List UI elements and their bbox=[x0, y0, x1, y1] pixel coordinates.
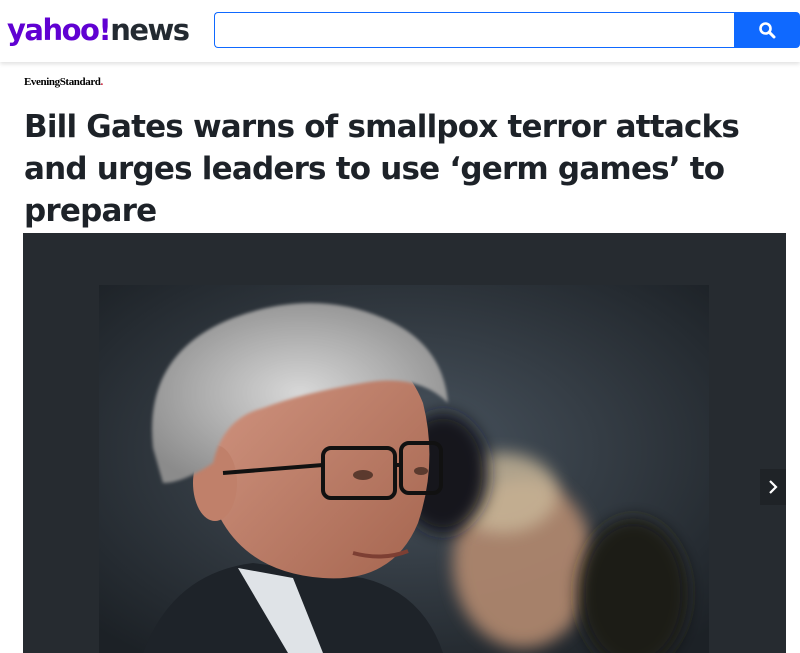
logo-news-text: news bbox=[110, 13, 190, 47]
photo-image bbox=[99, 285, 709, 653]
search-icon bbox=[734, 21, 800, 39]
publisher-dot: . bbox=[100, 76, 104, 88]
chevron-right-icon bbox=[760, 479, 786, 495]
gallery-next-button[interactable] bbox=[760, 469, 786, 505]
search-button[interactable] bbox=[734, 12, 800, 48]
publisher-name: EveningStandard bbox=[24, 76, 101, 88]
logo-yahoo-text: yahoo! bbox=[7, 13, 112, 47]
publisher-logo[interactable]: EveningStandard. bbox=[24, 76, 103, 88]
article-photo[interactable] bbox=[23, 233, 786, 653]
article-headline: Bill Gates warns of smallpox terror atta… bbox=[24, 109, 740, 229]
top-header: yahoo!news bbox=[0, 0, 800, 62]
yahoo-news-logo[interactable]: yahoo!news bbox=[7, 10, 190, 50]
search-input[interactable] bbox=[214, 12, 734, 48]
